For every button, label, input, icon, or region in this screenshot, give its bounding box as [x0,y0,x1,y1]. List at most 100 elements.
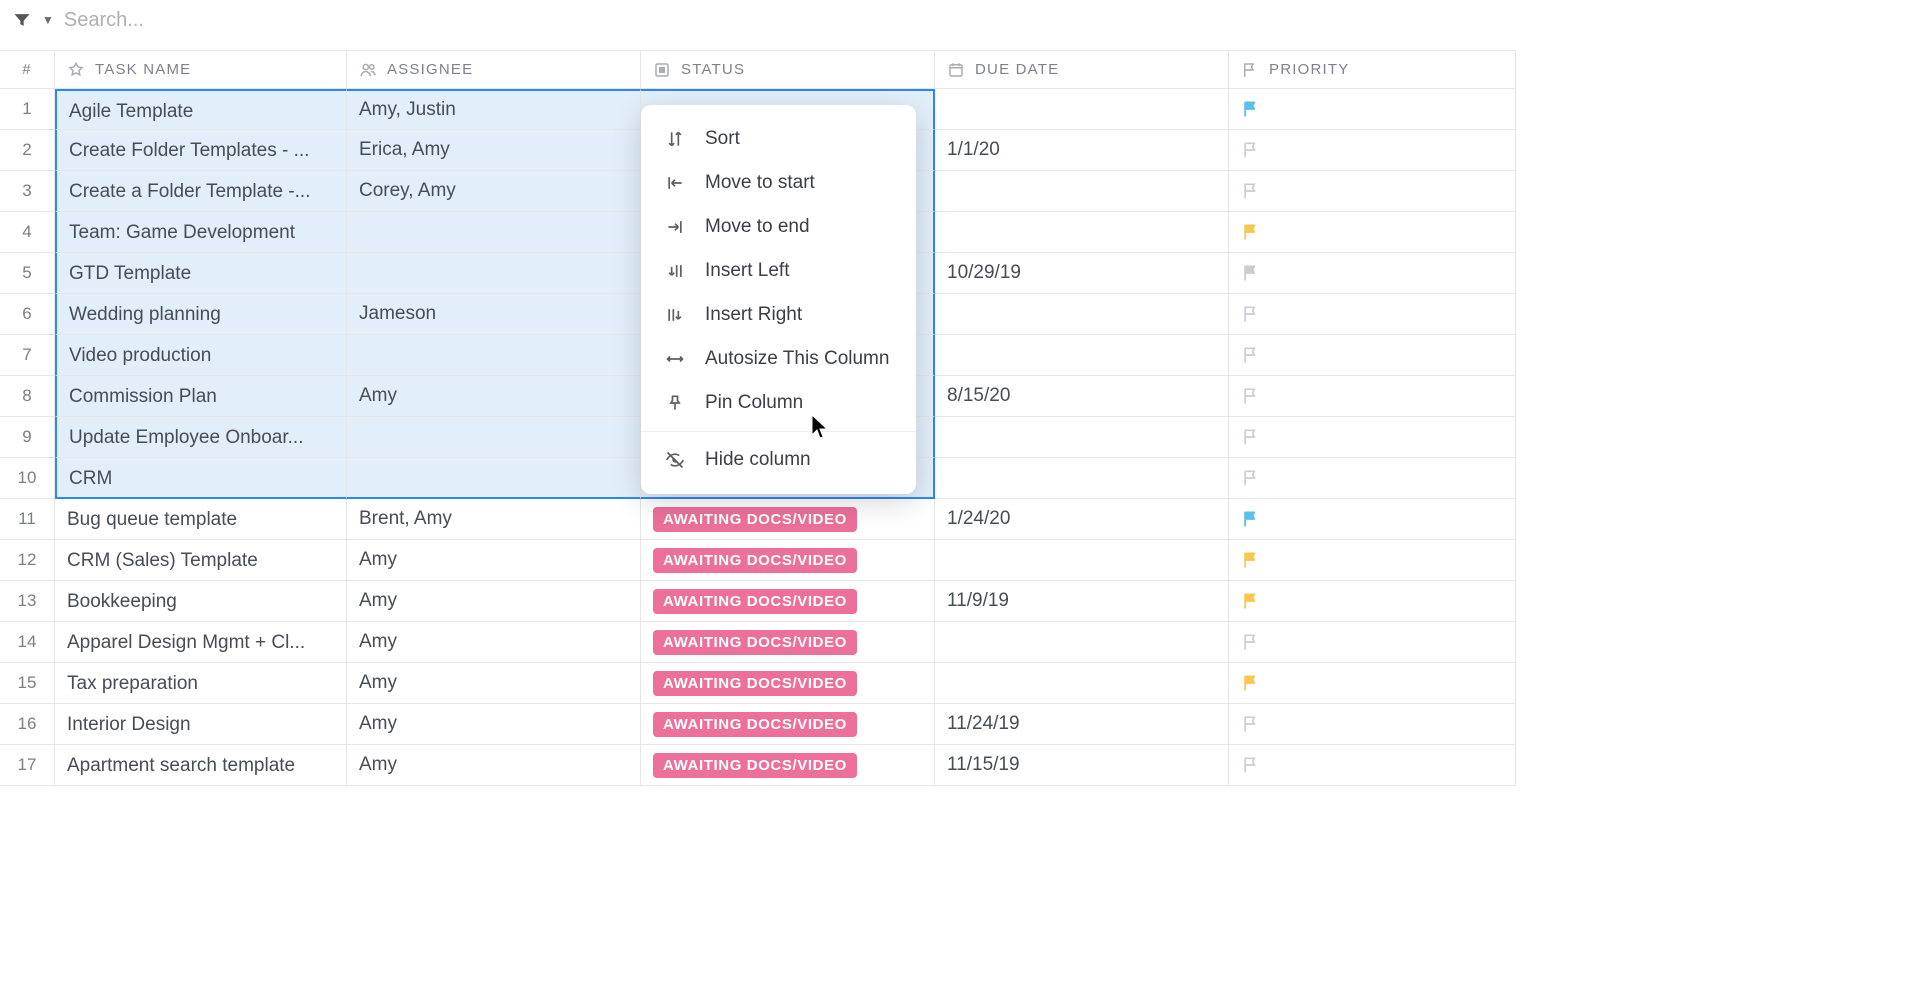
priority-cell[interactable] [1229,376,1516,417]
priority-cell[interactable] [1229,458,1516,499]
search-input[interactable] [64,9,364,32]
due-date-cell[interactable] [935,622,1229,663]
status-cell[interactable]: AWAITING DOCS/VIDEO [641,540,935,581]
status-cell[interactable]: AWAITING DOCS/VIDEO [641,745,935,786]
ctx-move-end[interactable]: Move to end [641,205,916,249]
filter-dropdown-caret-icon[interactable]: ▼ [42,13,54,27]
due-date-cell[interactable] [935,663,1229,704]
status-cell[interactable]: AWAITING DOCS/VIDEO [641,704,935,745]
task-name-cell[interactable]: GTD Template [55,253,347,294]
ctx-pin[interactable]: Pin Column [641,381,916,425]
task-name-cell[interactable]: Create a Folder Template -... [55,171,347,212]
task-name-cell[interactable]: Apparel Design Mgmt + Cl... [55,622,347,663]
status-cell[interactable]: AWAITING DOCS/VIDEO [641,581,935,622]
priority-cell[interactable] [1229,171,1516,212]
status-cell[interactable]: AWAITING DOCS/VIDEO [641,663,935,704]
priority-cell[interactable] [1229,335,1516,376]
due-date-cell[interactable]: 10/29/19 [935,253,1229,294]
priority-cell[interactable] [1229,745,1516,786]
due-date-cell[interactable] [935,458,1229,499]
due-date-cell[interactable]: 11/15/19 [935,745,1229,786]
due-date-cell[interactable] [935,335,1229,376]
assignee-cell[interactable]: Amy [347,581,641,622]
ctx-autosize[interactable]: Autosize This Column [641,337,916,381]
task-name-cell[interactable]: Agile Template [55,89,347,130]
priority-cell[interactable] [1229,704,1516,745]
priority-cell[interactable] [1229,130,1516,171]
priority-cell[interactable] [1229,622,1516,663]
task-name-cell[interactable]: Team: Game Development [55,212,347,253]
priority-cell[interactable] [1229,294,1516,335]
ctx-insert-left[interactable]: Insert Left [641,249,916,293]
assignee-cell[interactable]: Amy [347,376,641,417]
assignee-cell[interactable]: Amy [347,622,641,663]
assignee-cell[interactable]: Amy, Justin [347,89,641,130]
priority-cell[interactable] [1229,663,1516,704]
due-date-cell[interactable] [935,540,1229,581]
task-name-cell[interactable]: Bookkeeping [55,581,347,622]
table-row[interactable]: 12CRM (Sales) TemplateAmyAWAITING DOCS/V… [0,540,1516,581]
col-header-status[interactable]: STATUS [641,51,935,89]
assignee-cell[interactable] [347,212,641,253]
task-name-cell[interactable]: CRM (Sales) Template [55,540,347,581]
filter-icon[interactable] [12,10,32,30]
table-row[interactable]: 16Interior DesignAmyAWAITING DOCS/VIDEO1… [0,704,1516,745]
due-date-cell[interactable]: 11/24/19 [935,704,1229,745]
priority-cell[interactable] [1229,417,1516,458]
priority-cell[interactable] [1229,253,1516,294]
task-name-cell[interactable]: Wedding planning [55,294,347,335]
task-name-cell[interactable]: Apartment search template [55,745,347,786]
due-date-cell[interactable]: 1/24/20 [935,499,1229,540]
task-name-cell[interactable]: Update Employee Onboar... [55,417,347,458]
col-header-assignee[interactable]: ASSIGNEE [347,51,641,89]
task-name-cell[interactable]: Commission Plan [55,376,347,417]
ctx-move-start[interactable]: Move to start [641,161,916,205]
row-number: 3 [0,171,55,212]
col-header-priority[interactable]: PRIORITY [1229,51,1516,89]
assignee-cell[interactable]: Amy [347,704,641,745]
task-name-cell[interactable]: Interior Design [55,704,347,745]
priority-cell[interactable] [1229,499,1516,540]
table-row[interactable]: 15Tax preparationAmyAWAITING DOCS/VIDEO [0,663,1516,704]
assignee-cell[interactable] [347,458,641,499]
status-cell[interactable]: AWAITING DOCS/VIDEO [641,622,935,663]
priority-cell[interactable] [1229,581,1516,622]
assignee-cell[interactable] [347,417,641,458]
task-name-cell[interactable]: Create Folder Templates - ... [55,130,347,171]
task-name-cell[interactable]: Video production [55,335,347,376]
task-name-cell[interactable]: Tax preparation [55,663,347,704]
assignee-cell[interactable]: Brent, Amy [347,499,641,540]
assignee-cell[interactable]: Jameson [347,294,641,335]
assignee-cell[interactable]: Amy [347,540,641,581]
due-date-cell[interactable]: 8/15/20 [935,376,1229,417]
col-header-task[interactable]: TASK NAME [55,51,347,89]
priority-cell[interactable] [1229,540,1516,581]
due-date-cell[interactable]: 1/1/20 [935,130,1229,171]
ctx-sort[interactable]: Sort [641,117,916,161]
priority-cell[interactable] [1229,212,1516,253]
due-date-cell[interactable] [935,171,1229,212]
assignee-cell[interactable] [347,335,641,376]
due-date-cell[interactable] [935,417,1229,458]
col-header-due[interactable]: DUE DATE [935,51,1229,89]
assignee-cell[interactable]: Amy [347,745,641,786]
priority-cell[interactable] [1229,89,1516,130]
due-date-cell[interactable]: 11/9/19 [935,581,1229,622]
status-cell[interactable]: AWAITING DOCS/VIDEO [641,499,935,540]
table-row[interactable]: 17Apartment search templateAmyAWAITING D… [0,745,1516,786]
ctx-hide[interactable]: Hide column [641,438,916,482]
assignee-cell[interactable]: Amy [347,663,641,704]
due-date-cell[interactable] [935,212,1229,253]
task-name-cell[interactable]: Bug queue template [55,499,347,540]
due-date-cell[interactable] [935,294,1229,335]
assignee-cell[interactable]: Erica, Amy [347,130,641,171]
col-header-rownum[interactable]: # [0,51,55,89]
table-row[interactable]: 14Apparel Design Mgmt + Cl...AmyAWAITING… [0,622,1516,663]
assignee-cell[interactable] [347,253,641,294]
task-name-cell[interactable]: CRM [55,458,347,499]
ctx-insert-right[interactable]: Insert Right [641,293,916,337]
table-row[interactable]: 13BookkeepingAmyAWAITING DOCS/VIDEO11/9/… [0,581,1516,622]
due-date-cell[interactable] [935,89,1229,130]
assignee-cell[interactable]: Corey, Amy [347,171,641,212]
table-row[interactable]: 11Bug queue templateBrent, AmyAWAITING D… [0,499,1516,540]
